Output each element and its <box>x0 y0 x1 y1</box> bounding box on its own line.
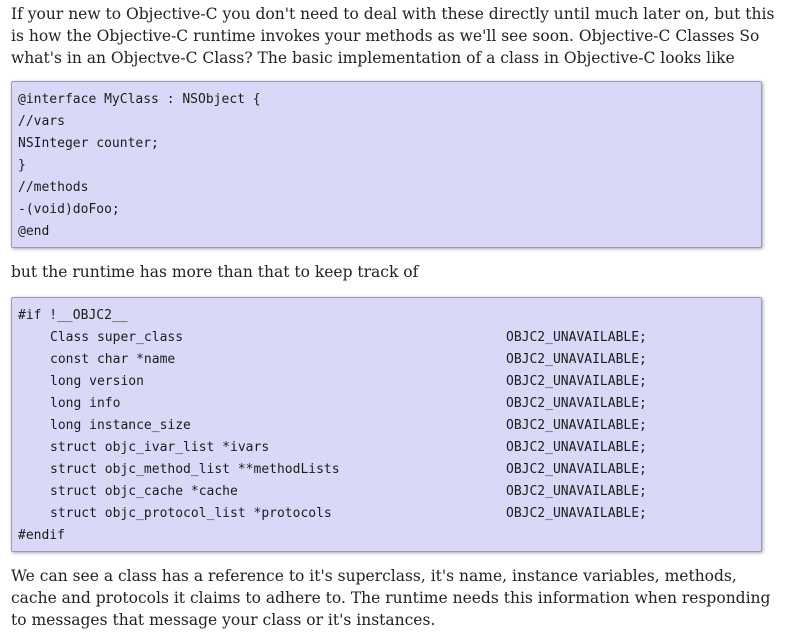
code-line: NSInteger counter; <box>18 136 159 151</box>
struct-field-row: struct objc_cache *cache OBJC2_UNAVAILAB… <box>18 481 755 503</box>
class-interface-code-block: @interface MyClass : NSObject { //vars N… <box>11 81 762 248</box>
field-availability: OBJC2_UNAVAILABLE; <box>506 440 647 455</box>
struct-field-row: long version OBJC2_UNAVAILABLE; <box>18 371 755 393</box>
struct-field-row: long instance_size OBJC2_UNAVAILABLE; <box>18 415 755 437</box>
field-availability: OBJC2_UNAVAILABLE; <box>506 484 647 499</box>
struct-field-row: struct objc_method_list **methodLists OB… <box>18 459 755 481</box>
struct-field-row: const char *name OBJC2_UNAVAILABLE; <box>18 349 755 371</box>
code-line: //vars <box>18 114 65 129</box>
field-availability: OBJC2_UNAVAILABLE; <box>506 418 647 433</box>
code-line: @end <box>18 224 50 239</box>
field-declaration: Class super_class <box>50 330 184 345</box>
struct-field-row: struct objc_protocol_list *protocols OBJ… <box>18 503 755 525</box>
field-availability: OBJC2_UNAVAILABLE; <box>506 462 647 477</box>
intro-paragraph: If your new to Objective-C you don't nee… <box>11 5 775 67</box>
struct-field-row: struct objc_ivar_list *ivars OBJC2_UNAVA… <box>18 437 755 459</box>
field-availability: OBJC2_UNAVAILABLE; <box>506 506 647 521</box>
field-declaration: long info <box>50 396 121 411</box>
field-declaration: struct objc_method_list **methodLists <box>50 462 340 477</box>
code-line: -(void)doFoo; <box>18 202 120 217</box>
field-declaration: struct objc_ivar_list *ivars <box>50 440 270 455</box>
code-line: //methods <box>18 180 89 195</box>
field-availability: OBJC2_UNAVAILABLE; <box>506 330 647 345</box>
struct-field-row: long info OBJC2_UNAVAILABLE; <box>18 393 755 415</box>
field-availability: OBJC2_UNAVAILABLE; <box>506 396 647 411</box>
field-availability: OBJC2_UNAVAILABLE; <box>506 374 647 389</box>
field-declaration: const char *name <box>50 352 176 367</box>
field-declaration: long instance_size <box>50 418 191 433</box>
preprocessor-endif-line: #endif <box>18 528 65 543</box>
field-declaration: struct objc_protocol_list *protocols <box>50 506 332 521</box>
code-line: } <box>18 158 26 173</box>
struct-field-row: Class super_class OBJC2_UNAVAILABLE; <box>18 327 755 349</box>
preprocessor-if-line: #if !__OBJC2__ <box>18 308 128 323</box>
objc-class-struct-code-block: #if !__OBJC2__ Class super_class OBJC2_U… <box>11 297 762 552</box>
field-availability: OBJC2_UNAVAILABLE; <box>506 352 647 367</box>
field-declaration: struct objc_cache *cache <box>50 484 238 499</box>
middle-paragraph: but the runtime has more than that to ke… <box>11 263 419 281</box>
closing-paragraph: We can see a class has a reference to it… <box>11 567 771 629</box>
code-line: @interface MyClass : NSObject { <box>18 92 261 107</box>
field-declaration: long version <box>50 374 144 389</box>
